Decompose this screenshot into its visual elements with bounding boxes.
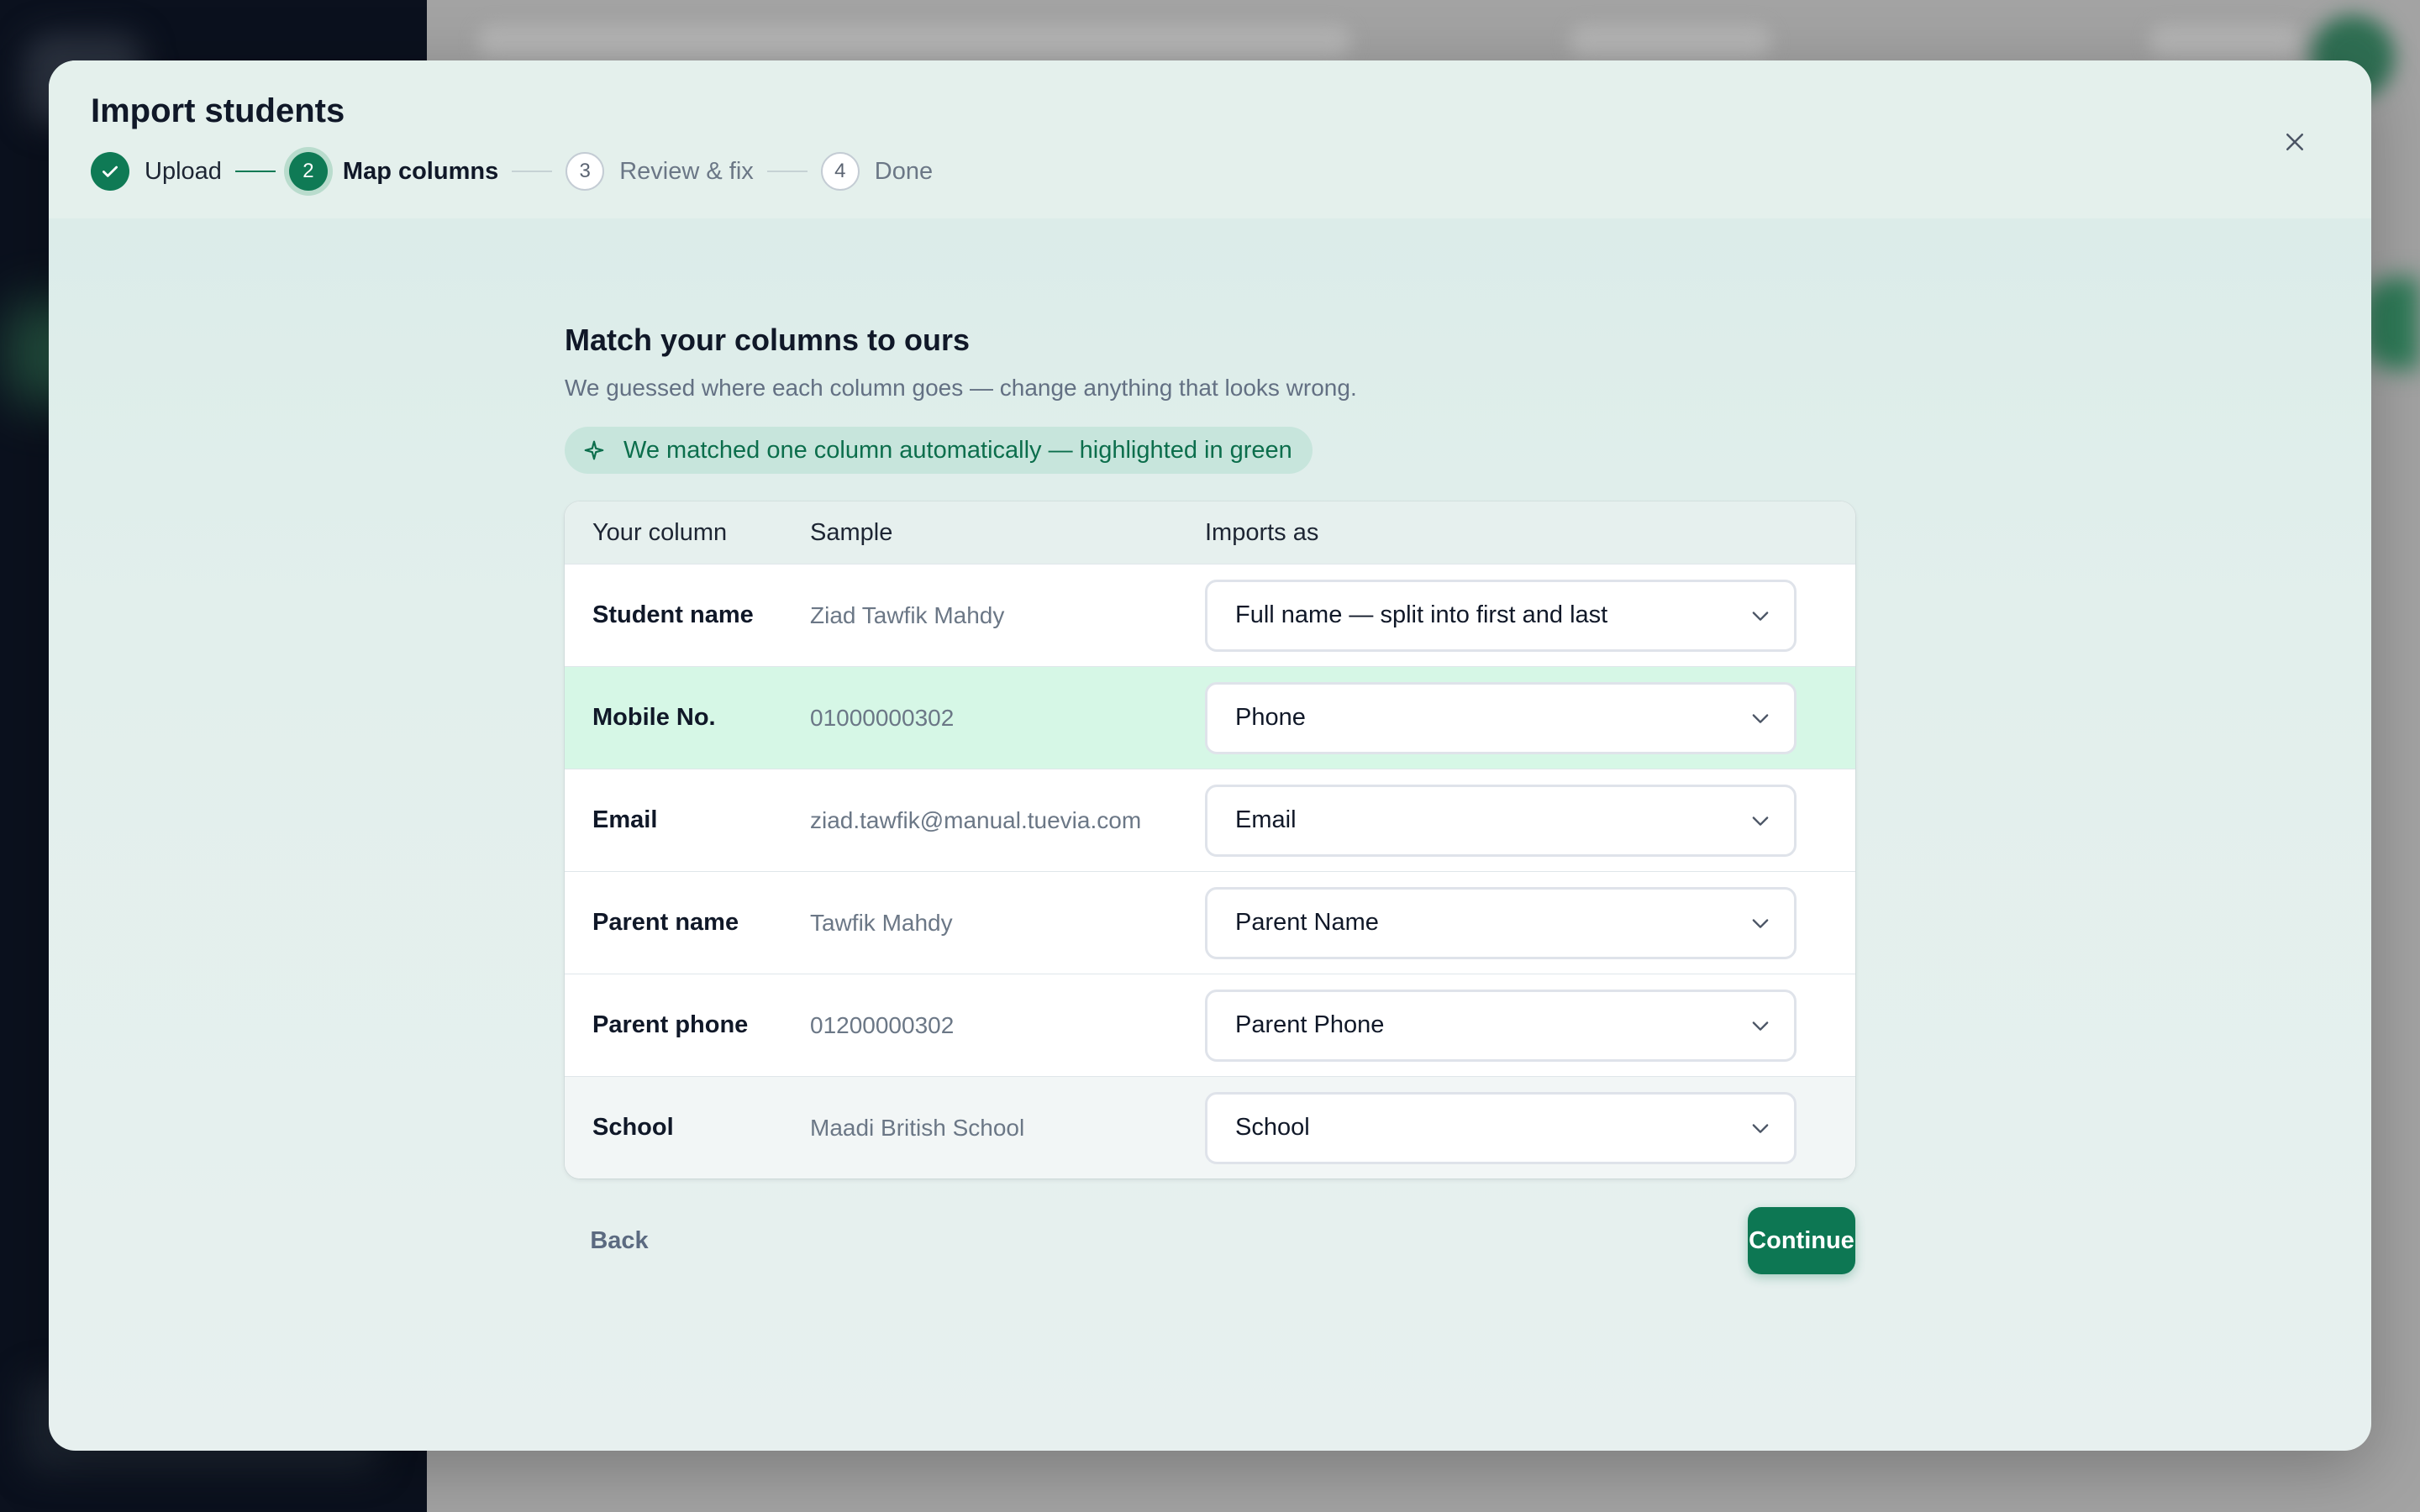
row-column-name: Student name <box>592 601 754 628</box>
step-connector <box>234 171 276 172</box>
step-review-fix: 3 Review & fix <box>566 152 754 191</box>
import-stepper: Upload 2 Map columns 3 Review & fix 4 Do… <box>91 150 933 193</box>
row-column-name: School <box>592 1114 674 1141</box>
step-review-fix-number: 3 <box>566 152 605 191</box>
sparkle-icon <box>584 440 604 460</box>
table-row: Student name Ziad Tawfik Mahdy Full name… <box>565 564 1855 666</box>
step-upload-indicator <box>91 152 129 191</box>
select-value: Phone <box>1235 704 1306 731</box>
select-value: Parent Name <box>1235 909 1379 936</box>
header-your-column: Your column <box>592 518 728 546</box>
select-value: Email <box>1235 806 1297 833</box>
row-sample-value: Tawfik Mahdy <box>810 909 953 936</box>
imports-as-select[interactable]: Phone <box>1205 681 1797 754</box>
row-sample-value: 01000000302 <box>810 704 955 731</box>
imports-as-select[interactable]: Parent Phone <box>1205 989 1797 1062</box>
background-search-bar <box>477 25 1351 59</box>
auto-match-badge: We matched one column automatically — hi… <box>565 427 1313 474</box>
column-mapping-table: Your column Sample Imports as Student na… <box>565 501 1855 1179</box>
select-value: Parent Phone <box>1235 1011 1385 1038</box>
check-icon <box>103 165 118 177</box>
row-column-name: Email <box>592 806 658 833</box>
modal-title: Import students <box>91 92 345 129</box>
step-map-columns-number: 2 <box>288 152 328 191</box>
step-review-fix-label: Review & fix <box>619 157 754 185</box>
close-button[interactable] <box>2270 118 2319 166</box>
auto-match-text: We matched one column automatically — hi… <box>623 436 1292 464</box>
step-map-columns-label: Map columns <box>342 157 499 185</box>
row-sample-value: Maadi British School <box>810 1114 1025 1141</box>
header-sample: Sample <box>810 518 893 546</box>
imports-as-select[interactable]: Full name — split into first and last <box>1205 579 1797 652</box>
row-sample-value: ziad.tawfik@manual.tuevia.com <box>810 806 1142 833</box>
chevron-down-icon <box>1752 816 1769 826</box>
continue-button[interactable]: Continue <box>1748 1207 1855 1274</box>
step-map-columns: 2 Map columns <box>288 152 499 191</box>
chevron-down-icon <box>1752 611 1769 621</box>
step-upload-label: Upload <box>145 157 222 185</box>
background-toolbar <box>1570 25 1771 59</box>
row-column-name: Mobile No. <box>592 704 716 731</box>
table-row: Parent phone 01200000302 Parent Phone <box>565 974 1855 1076</box>
table-row: Parent name Tawfik Mahdy Parent Name <box>565 871 1855 974</box>
step-done-label: Done <box>874 157 934 185</box>
section-subtitle: We guessed where each column goes — chan… <box>565 375 1357 401</box>
table-header: Your column Sample Imports as <box>565 501 1855 564</box>
step-done: 4 Done <box>820 152 934 191</box>
chevron-down-icon <box>1752 1021 1769 1031</box>
row-column-name: Parent phone <box>592 1011 749 1038</box>
row-sample-value: 01200000302 <box>810 1011 955 1038</box>
imports-as-select[interactable]: Email <box>1205 784 1797 857</box>
step-upload: Upload <box>91 152 222 191</box>
close-icon <box>2286 134 2303 150</box>
chevron-down-icon <box>1752 918 1769 928</box>
background-toolbar <box>2149 25 2301 59</box>
header-imports-as: Imports as <box>1205 518 1319 546</box>
import-students-modal: Import students Upload 2 Map columns 3 R… <box>49 60 2371 1451</box>
row-sample-value: Ziad Tawfik Mahdy <box>810 601 1005 628</box>
select-value: Full name — split into first and last <box>1235 601 1608 628</box>
imports-as-select[interactable]: School <box>1205 1091 1797 1164</box>
modal-header: Import students Upload 2 Map columns 3 R… <box>49 60 2371 218</box>
back-button[interactable]: Back <box>565 1207 674 1274</box>
step-connector <box>766 171 808 172</box>
step-connector <box>512 171 553 172</box>
table-row: Email ziad.tawfik@manual.tuevia.com Emai… <box>565 769 1855 871</box>
row-column-name: Parent name <box>592 909 739 936</box>
select-value: School <box>1235 1114 1310 1141</box>
section-title: Match your columns to ours <box>565 323 971 357</box>
table-row-matched: Mobile No. 01000000302 Phone <box>565 666 1855 769</box>
imports-as-select[interactable]: Parent Name <box>1205 886 1797 959</box>
chevron-down-icon <box>1752 1123 1769 1133</box>
step-done-number: 4 <box>820 152 860 191</box>
chevron-down-icon <box>1752 713 1769 723</box>
table-row: School Maadi British School School <box>565 1076 1855 1179</box>
